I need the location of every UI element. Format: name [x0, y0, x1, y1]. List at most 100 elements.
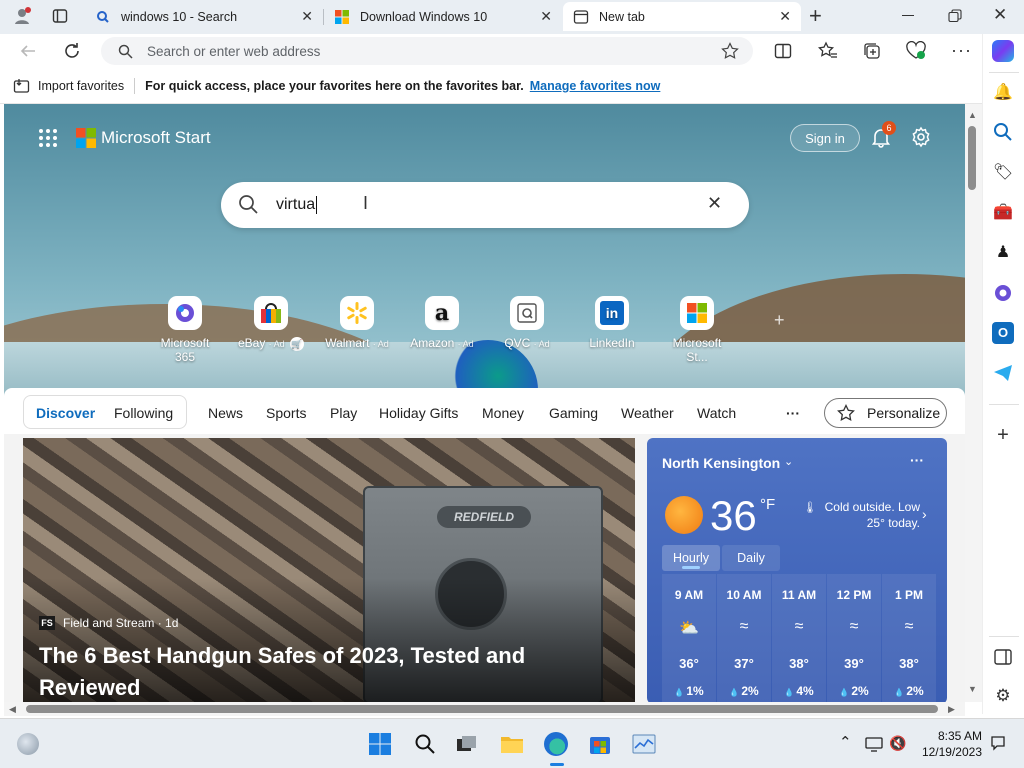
settings-more-icon[interactable]: ···: [951, 40, 972, 61]
personalize-button[interactable]: Personalize: [824, 398, 947, 428]
add-quick-link-icon[interactable]: +: [774, 310, 785, 331]
weather-card[interactable]: North Kensington ⌄ ··· 36 °F 🌡 Cold outs…: [647, 438, 947, 702]
page-settings-icon[interactable]: [910, 126, 932, 148]
microsoft-store-taskbar-icon[interactable]: [589, 733, 611, 755]
tab-daily[interactable]: Daily: [722, 545, 780, 571]
tab-windows-search[interactable]: windows 10 - Search ✕: [85, 2, 323, 31]
tab-following[interactable]: Following: [114, 405, 173, 421]
profile-avatar[interactable]: [12, 6, 32, 26]
task-view-icon[interactable]: [456, 734, 478, 754]
clock-date[interactable]: 12/19/2023: [914, 745, 982, 759]
chevron-right-icon[interactable]: ›: [922, 506, 927, 522]
weather-more-icon[interactable]: ···: [910, 452, 924, 468]
notifications-icon[interactable]: 🔔: [992, 82, 1014, 104]
task-manager-icon[interactable]: [632, 734, 656, 754]
edge-taskbar-icon[interactable]: [544, 732, 568, 756]
quick-link-amazon[interactable]: a Amazon · Ad: [407, 296, 477, 350]
nav-more-button[interactable]: ···: [786, 405, 800, 421]
favorites-icon[interactable]: [818, 41, 838, 61]
tab-download-windows[interactable]: Download Windows 10 ✕: [324, 2, 562, 31]
close-tab-icon[interactable]: ✕: [779, 8, 791, 25]
scroll-left-arrow-icon[interactable]: ◀: [9, 704, 16, 715]
taskbar-search-icon[interactable]: [414, 733, 436, 755]
apps-launcher-icon[interactable]: [38, 128, 58, 148]
vertical-scrollbar[interactable]: ▲ ▼: [965, 104, 982, 702]
tools-icon[interactable]: 🧰: [992, 202, 1014, 224]
close-tab-icon[interactable]: ✕: [540, 8, 552, 25]
hourly-forecast-item[interactable]: 11 AM ≈38° 💧 4%: [772, 574, 826, 702]
quick-link-microsoft-store[interactable]: Microsoft St...: [662, 296, 732, 364]
import-favorites-button[interactable]: Import favorites: [38, 79, 124, 93]
widgets-icon[interactable]: [17, 733, 39, 755]
nav-sports[interactable]: Sports: [266, 405, 306, 421]
scroll-down-arrow-icon[interactable]: ▼: [968, 684, 977, 694]
web-search-box[interactable]: virtua I ✕: [221, 182, 749, 228]
quick-link-walmart[interactable]: Walmart · Ad: [322, 296, 392, 350]
horizontal-scroll-thumb[interactable]: [26, 705, 938, 713]
file-explorer-icon[interactable]: [500, 733, 524, 755]
sidebar-search-icon[interactable]: [992, 121, 1014, 143]
telegram-send-icon[interactable]: [992, 362, 1014, 384]
split-screen-icon[interactable]: [774, 42, 792, 60]
horizontal-scrollbar[interactable]: ◀ ▶: [4, 702, 965, 716]
sign-in-button[interactable]: Sign in: [790, 124, 860, 152]
nav-holiday-gifts[interactable]: Holiday Gifts: [379, 405, 458, 421]
text-caret: [316, 196, 318, 214]
article-title[interactable]: The 6 Best Handgun Safes of 2023, Tested…: [39, 640, 599, 702]
quick-link-ebay[interactable]: eBay · Ad 🛒: [236, 296, 306, 351]
new-tab-plus-icon[interactable]: +: [809, 5, 829, 27]
back-icon[interactable]: [19, 42, 37, 60]
favorite-star-icon[interactable]: [721, 42, 739, 60]
brand-title[interactable]: Microsoft Start: [101, 128, 211, 148]
nav-watch[interactable]: Watch: [697, 405, 736, 421]
scroll-up-arrow-icon[interactable]: ▲: [968, 110, 977, 120]
linkedin-logo-icon: in: [595, 296, 629, 330]
refresh-icon[interactable]: [62, 41, 82, 61]
quick-link-qvc[interactable]: QVC · Ad: [492, 296, 562, 350]
scroll-thumb[interactable]: [968, 126, 976, 190]
microsoft-365-sidebar-icon[interactable]: [992, 282, 1014, 304]
tab-discover[interactable]: Discover: [36, 405, 95, 421]
outlook-icon[interactable]: O: [992, 322, 1014, 344]
tab-actions-icon[interactable]: [52, 8, 68, 24]
weather-location[interactable]: North Kensington: [662, 455, 780, 471]
sidebar-settings-icon[interactable]: ⚙: [992, 686, 1014, 708]
clear-search-icon[interactable]: ✕: [707, 193, 722, 214]
games-icon[interactable]: ♟: [992, 242, 1014, 264]
close-tab-icon[interactable]: ✕: [301, 8, 313, 25]
hide-sidebar-icon[interactable]: [992, 646, 1014, 668]
clock-time[interactable]: 8:35 AM: [922, 729, 982, 743]
import-favorites-icon[interactable]: [13, 78, 31, 94]
minimize-icon[interactable]: [902, 15, 914, 16]
manage-favorites-link[interactable]: Manage favorites now: [530, 79, 661, 93]
nav-weather[interactable]: Weather: [621, 405, 674, 421]
hourly-forecast-item[interactable]: 9 AM ⛅ 36° 💧 1%: [662, 574, 716, 702]
search-input[interactable]: virtua: [276, 196, 315, 214]
quick-link-microsoft-365[interactable]: Microsoft 365: [150, 296, 220, 364]
nav-play[interactable]: Play: [330, 405, 357, 421]
hourly-forecast-item[interactable]: 10 AM ≈37° 💧 2%: [717, 574, 771, 702]
restore-icon[interactable]: [948, 9, 962, 23]
network-icon[interactable]: [865, 736, 883, 752]
add-sidebar-app-icon[interactable]: +: [992, 424, 1014, 446]
nav-money[interactable]: Money: [482, 405, 524, 421]
collections-icon[interactable]: [862, 41, 882, 61]
hourly-forecast-item[interactable]: 12 PM ≈39° 💧 2%: [827, 574, 881, 702]
show-hidden-icons-chevron-icon[interactable]: ⌃: [839, 733, 852, 751]
tab-new-tab[interactable]: New tab ✕: [563, 2, 801, 31]
nav-news[interactable]: News: [208, 405, 243, 421]
hourly-forecast-item[interactable]: 1 PM ≈38° 💧 2%: [882, 574, 936, 702]
address-bar[interactable]: Search or enter web address: [101, 37, 753, 65]
scroll-right-arrow-icon[interactable]: ▶: [948, 704, 955, 715]
shopping-tag-icon[interactable]: 🏷: [992, 162, 1014, 184]
browser-essentials-icon[interactable]: [905, 41, 927, 61]
copilot-icon[interactable]: [992, 40, 1014, 62]
notification-center-icon[interactable]: [990, 735, 1006, 751]
volume-muted-icon[interactable]: 🔇: [889, 735, 906, 752]
quick-link-linkedin[interactable]: in LinkedIn: [577, 296, 647, 350]
nav-gaming[interactable]: Gaming: [549, 405, 598, 421]
chevron-down-icon[interactable]: ⌄: [784, 455, 793, 468]
start-button-icon[interactable]: [369, 733, 391, 755]
article-card[interactable]: REDFIELD FS Field and Stream · 1d The 6 …: [23, 438, 635, 702]
close-window-icon[interactable]: ✕: [993, 5, 1007, 25]
